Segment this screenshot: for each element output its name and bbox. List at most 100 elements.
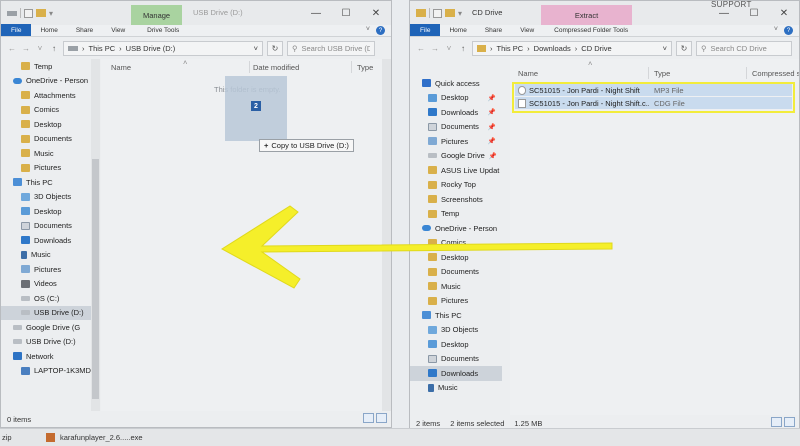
nav-item[interactable]: Desktop [1, 117, 99, 132]
close-button[interactable]: ✕ [769, 1, 799, 25]
nav-item[interactable]: Music [410, 381, 502, 396]
column-date-modified[interactable]: Date modified [253, 63, 299, 72]
taskbar-item-karafun[interactable]: karafunplayer_2.6.....exe [60, 433, 143, 442]
pin-icon[interactable]: 📌 [488, 123, 496, 131]
maximize-button[interactable]: ☐ [331, 1, 361, 25]
tab-home[interactable]: Home [440, 24, 475, 36]
column-name[interactable]: Name [111, 63, 131, 72]
breadcrumb-usb-drive[interactable]: USB Drive (D:) [126, 44, 176, 53]
expand-ribbon-icon[interactable]: ˅ [366, 26, 370, 35]
recent-locations-icon[interactable]: ˅ [35, 44, 45, 53]
address-dropdown-icon[interactable]: ˅ [254, 44, 258, 53]
nav-item[interactable]: Network [1, 349, 99, 364]
minimize-button[interactable]: — [301, 1, 331, 25]
nav-item[interactable]: Documents [1, 219, 99, 234]
nav-item[interactable]: Comics [1, 103, 99, 118]
nav-item[interactable]: 3D Objects [410, 323, 502, 338]
tab-drive-tools[interactable]: Drive Tools [138, 24, 188, 36]
customize-toolbar-icon[interactable]: ▾ [458, 9, 462, 18]
nav-item[interactable]: USB Drive (D:) [1, 305, 99, 320]
tab-file[interactable]: File [410, 24, 441, 36]
nav-item[interactable]: Videos [1, 277, 99, 292]
nav-item[interactable]: Music [410, 279, 502, 294]
search-box[interactable]: ⚲ Search CD Drive [696, 40, 792, 56]
nav-item[interactable]: Pictures [410, 294, 502, 309]
pin-icon[interactable]: 📌 [488, 94, 496, 102]
nav-scrollbar[interactable] [91, 59, 100, 411]
nav-item[interactable]: Screenshots [410, 192, 502, 207]
nav-item[interactable]: Google Drive 📌 [410, 149, 502, 164]
large-icons-view-icon[interactable] [376, 413, 387, 423]
nav-item[interactable]: Desktop [1, 204, 99, 219]
nav-item[interactable]: Documents [410, 265, 502, 280]
recent-locations-icon[interactable]: ˅ [444, 44, 454, 53]
help-icon[interactable]: ? [376, 26, 385, 35]
address-bar[interactable]: › This PC › Downloads › CD Drive ˅ [472, 40, 672, 56]
taskbar-item-zip[interactable]: zip [2, 433, 12, 442]
nav-item[interactable]: ASUS Live Updat [410, 163, 502, 178]
new-folder-icon[interactable] [36, 9, 46, 17]
breadcrumb-downloads[interactable]: Downloads [534, 44, 571, 53]
nav-item[interactable]: Attachments [1, 88, 99, 103]
help-icon[interactable]: ? [784, 26, 793, 35]
search-box[interactable]: ⚲ Search USB Drive (D:) [287, 40, 375, 56]
column-type[interactable]: Type [654, 69, 670, 78]
address-bar[interactable]: › This PC › USB Drive (D:) ˅ [63, 40, 263, 56]
tab-home[interactable]: Home [31, 24, 66, 36]
column-name[interactable]: Name [518, 69, 538, 78]
pin-icon[interactable]: 📌 [489, 152, 497, 160]
tab-file[interactable]: File [1, 24, 32, 36]
nav-item[interactable]: USB Drive (D:) [1, 335, 99, 350]
tab-view[interactable]: View [511, 24, 543, 36]
nav-item[interactable]: Music [1, 248, 99, 263]
manage-context-tab[interactable]: Manage [131, 5, 183, 25]
nav-item[interactable]: Downloads 📌 [410, 105, 502, 120]
details-view-icon[interactable] [771, 417, 782, 427]
nav-item[interactable]: Pictures [1, 262, 99, 277]
breadcrumb-cd-drive[interactable]: CD Drive [581, 44, 611, 53]
nav-item[interactable]: Pictures 📌 [410, 134, 502, 149]
nav-item[interactable]: Pictures [1, 161, 99, 176]
file-row[interactable]: SC51015 - Jon Pardi - Night Shift.c... C… [515, 97, 792, 109]
properties-icon[interactable] [24, 8, 33, 18]
nav-item[interactable]: Comics [410, 236, 502, 251]
breadcrumb-this-pc[interactable]: This PC [497, 44, 524, 53]
nav-item[interactable]: Desktop [410, 250, 502, 265]
breadcrumb-this-pc[interactable]: This PC [89, 44, 116, 53]
nav-item[interactable]: Documents 📌 [410, 120, 502, 135]
nav-item[interactable]: Music [1, 146, 99, 161]
nav-item[interactable]: Google Drive (G [1, 320, 99, 335]
nav-item[interactable]: Documents [1, 132, 99, 147]
nav-item[interactable]: Downloads [1, 233, 99, 248]
column-type[interactable]: Type [357, 63, 373, 72]
address-dropdown-icon[interactable]: ˅ [663, 44, 667, 53]
nav-item[interactable]: Quick access [410, 76, 502, 91]
close-button[interactable]: ✕ [361, 1, 391, 25]
nav-item[interactable]: Temp [1, 59, 99, 74]
properties-icon[interactable] [433, 8, 442, 18]
nav-item[interactable]: LAPTOP-1K3MD [1, 364, 99, 379]
forward-arrow-icon[interactable]: → [430, 44, 440, 53]
nav-item[interactable]: Desktop [410, 337, 502, 352]
tab-share[interactable]: Share [67, 24, 102, 36]
pin-icon[interactable]: 📌 [488, 137, 496, 145]
expand-ribbon-icon[interactable]: ˅ [774, 26, 778, 35]
refresh-button[interactable]: ↻ [267, 40, 283, 56]
new-folder-icon[interactable] [445, 9, 455, 17]
tab-compressed-folder-tools[interactable]: Compressed Folder Tools [545, 24, 637, 36]
nav-item[interactable]: This PC [1, 175, 99, 190]
content-scrollbar[interactable] [382, 59, 391, 411]
nav-item[interactable]: 3D Objects [1, 190, 99, 205]
refresh-button[interactable]: ↻ [676, 40, 692, 56]
up-arrow-icon[interactable]: ↑ [49, 44, 59, 53]
forward-arrow-icon[interactable]: → [21, 44, 31, 53]
back-arrow-icon[interactable]: ← [416, 44, 426, 53]
tab-share[interactable]: Share [476, 24, 511, 36]
pin-icon[interactable]: 📌 [488, 108, 496, 116]
large-icons-view-icon[interactable] [784, 417, 795, 427]
up-arrow-icon[interactable]: ↑ [458, 44, 468, 53]
file-row[interactable]: SC51015 - Jon Pardi - Night Shift MP3 Fi… [515, 84, 792, 96]
customize-toolbar-icon[interactable]: ▾ [49, 9, 53, 18]
nav-item[interactable]: This PC [410, 308, 502, 323]
nav-scrollbar-thumb[interactable] [92, 159, 99, 399]
